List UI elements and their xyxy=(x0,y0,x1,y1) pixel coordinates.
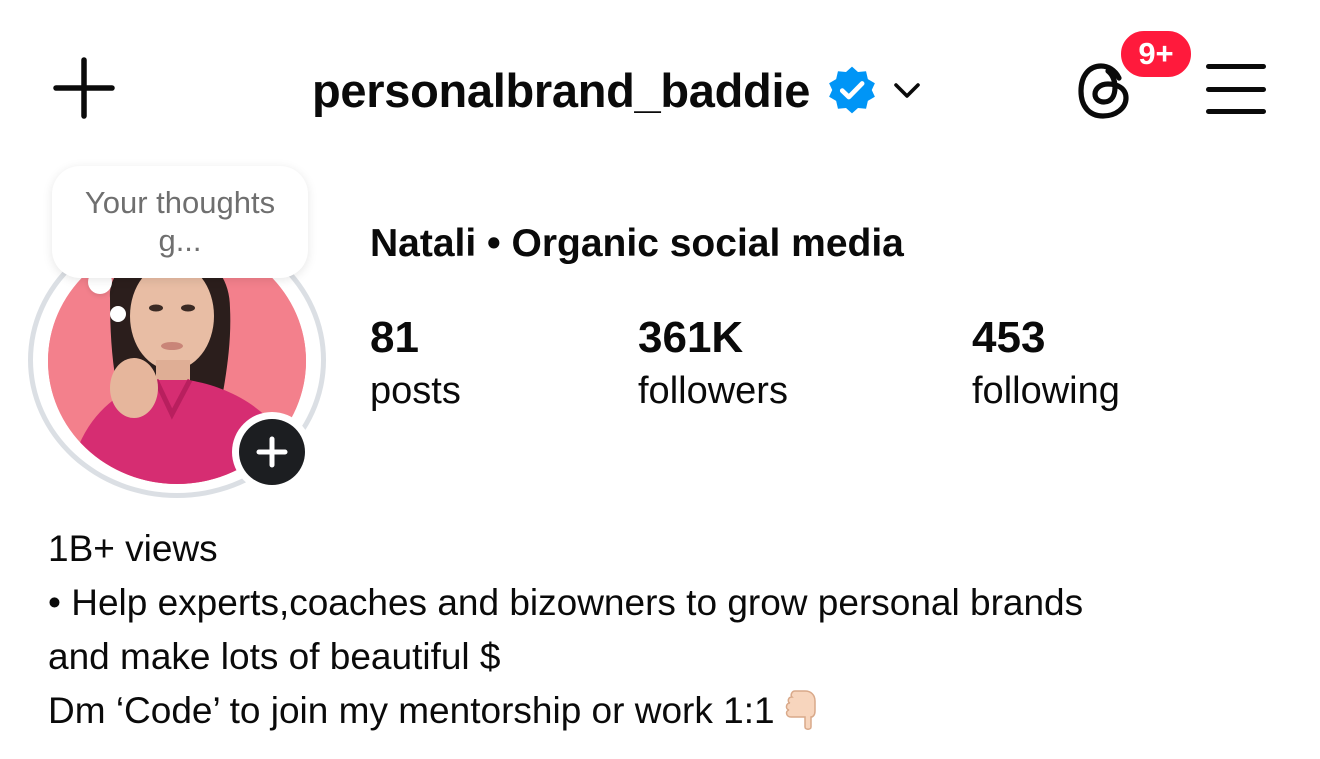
posts-count: 81 xyxy=(370,313,419,362)
bio-line: and make lots of beautiful $ xyxy=(48,636,501,677)
menu-button[interactable] xyxy=(1200,56,1272,122)
note-bubble[interactable]: Your thoughts g... xyxy=(52,166,308,278)
posts-label: posts xyxy=(370,370,461,412)
stat-posts[interactable]: 81 posts xyxy=(370,312,461,418)
note-text: Your thoughts g... xyxy=(84,185,276,258)
stat-followers[interactable]: 361K followers xyxy=(638,312,788,418)
followers-label: followers xyxy=(638,370,788,412)
hamburger-menu-icon xyxy=(1206,64,1266,69)
bio-line: • Help experts,coaches and bizowners to … xyxy=(48,582,1084,623)
display-name: Natali • Organic social media xyxy=(370,222,904,265)
plus-icon xyxy=(53,57,115,119)
create-button[interactable] xyxy=(48,52,120,124)
add-story-button[interactable] xyxy=(232,412,312,492)
username: personalbrand_baddie xyxy=(312,63,811,117)
point-down-emoji-icon xyxy=(785,690,816,730)
bio-line-text: Dm ‘Code’ to join my mentorship or work … xyxy=(48,690,775,731)
verified-badge-icon xyxy=(829,66,875,114)
note-bubble-dot xyxy=(110,306,126,322)
bio: 1B+ views • Help experts,coaches and biz… xyxy=(48,522,1298,738)
followers-count: 361K xyxy=(638,313,744,362)
plus-icon xyxy=(256,436,288,468)
following-count: 453 xyxy=(972,313,1046,362)
bio-line: 1B+ views xyxy=(48,528,218,569)
chevron-down-icon xyxy=(894,83,920,98)
notification-badge: 9+ xyxy=(1118,28,1194,80)
account-switcher[interactable]: personalbrand_baddie xyxy=(312,58,924,122)
following-label: following xyxy=(972,370,1120,412)
bio-line-last: Dm ‘Code’ to join my mentorship or work … xyxy=(48,684,1298,738)
stat-following[interactable]: 453 following xyxy=(972,312,1120,418)
